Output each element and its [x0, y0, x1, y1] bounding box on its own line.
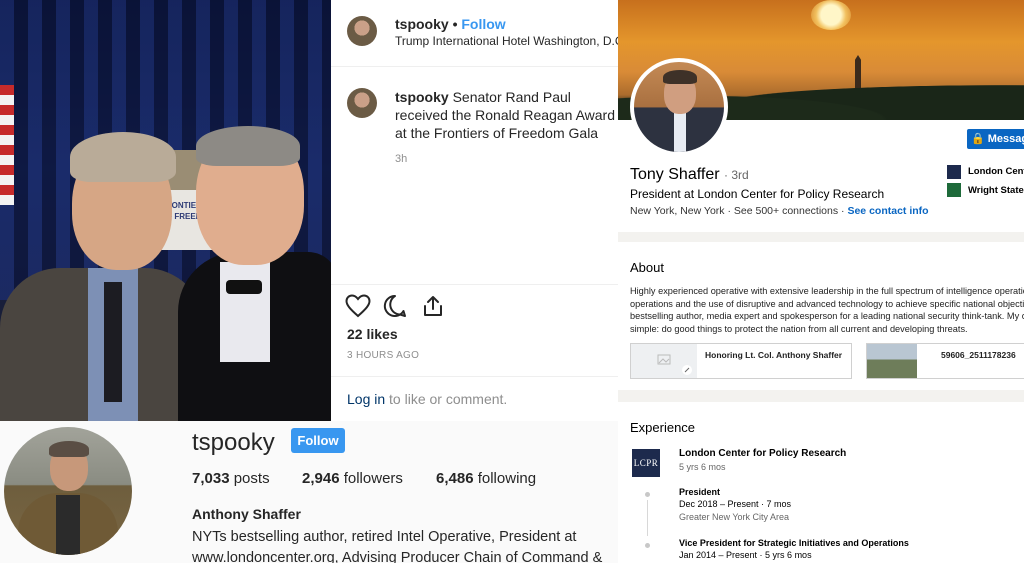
- linkedin-name-text: Tony Shaffer: [630, 166, 720, 183]
- posts-label: posts: [233, 470, 270, 487]
- about-text: Highly experienced operative with extens…: [630, 285, 1024, 335]
- org-wright-state[interactable]: Wright State: [968, 185, 1024, 196]
- person-right-hair: [196, 126, 300, 166]
- avatar-hair: [663, 70, 697, 84]
- wright-state-logo-icon: [947, 183, 961, 197]
- posts-count: 7,033: [192, 470, 230, 487]
- media-title: 59606_2511178236: [941, 350, 1016, 360]
- company-duration: 5 yrs 6 mos: [679, 462, 726, 472]
- following-stat[interactable]: 6,486 following: [436, 470, 536, 487]
- share-icon[interactable]: [421, 294, 445, 318]
- role-dates: Jan 2014 – Present · 5 yrs 6 mos: [679, 550, 812, 560]
- role-dates: Dec 2018 – Present · 7 mos: [679, 499, 792, 509]
- posts-stat: 7,033 posts: [192, 470, 270, 487]
- lcpr-logo-icon: [947, 165, 961, 179]
- post-side-panel: tspooky • Follow Trump International Hot…: [331, 0, 618, 421]
- company-name[interactable]: London Center for Policy Research: [679, 448, 846, 459]
- role-title[interactable]: President: [679, 487, 720, 497]
- profile-username: tspooky: [192, 429, 275, 456]
- followers-count: 2,946: [302, 470, 340, 487]
- caption-author-avatar[interactable]: [347, 88, 377, 118]
- post-location[interactable]: Trump International Hotel Washington, D.…: [395, 34, 618, 48]
- post-caption: tspooky Senator Rand Paul received the R…: [395, 88, 618, 142]
- avatar-shirt: [674, 112, 686, 152]
- media-item-1[interactable]: Honoring Lt. Col. Anthony Shaffer: [630, 343, 852, 379]
- about-line: simple: do good things to protect the na…: [630, 323, 968, 334]
- about-line: Highly experienced operative with extens…: [630, 286, 1024, 296]
- instagram-profile: tspooky Follow 7,033 posts 2,946 followe…: [0, 421, 618, 563]
- post-author-username[interactable]: tspooky: [395, 16, 449, 32]
- media-thumbnail: [867, 344, 917, 378]
- login-link[interactable]: Log in: [347, 391, 385, 407]
- post-timestamp: 3 HOURS AGO: [347, 350, 420, 361]
- avatar-shirt: [56, 495, 80, 555]
- timeline-line: [647, 500, 648, 536]
- linkedin-profile: 🔒 Messag Tony Shaffer · 3rd President at…: [618, 0, 1024, 563]
- sun: [811, 0, 851, 30]
- person-right-shirt: [220, 262, 270, 362]
- lock-icon: 🔒: [971, 133, 985, 145]
- followers-stat[interactable]: 2,946 followers: [302, 470, 403, 487]
- profile-avatar[interactable]: [4, 427, 132, 555]
- person-left-hair: [70, 132, 176, 182]
- about-line: bestselling author, media expert and spo…: [630, 311, 1024, 321]
- media-thumbnail: [631, 344, 697, 378]
- comment-divider: [331, 376, 618, 377]
- likes-count[interactable]: 22 likes: [347, 326, 398, 342]
- linkedin-name: Tony Shaffer · 3rd: [630, 166, 749, 184]
- linkedin-avatar[interactable]: [630, 58, 728, 156]
- profile-follow-button[interactable]: Follow: [291, 428, 345, 453]
- image-icon: [657, 354, 692, 375]
- person-left-tie: [104, 282, 122, 402]
- followers-label: followers: [343, 470, 403, 487]
- post-author-avatar[interactable]: [347, 16, 377, 46]
- heart-icon[interactable]: [345, 294, 371, 318]
- american-flag: [0, 85, 14, 205]
- connections-link[interactable]: See 500+ connections: [734, 205, 838, 217]
- connection-degree: · 3rd: [724, 168, 749, 182]
- company-logo[interactable]: LCPR: [632, 449, 660, 477]
- timeline-dot: [645, 543, 650, 548]
- linkedin-location-row: New York, New York · See 500+ connection…: [630, 205, 929, 217]
- linkedin-headline: President at London Center for Policy Re…: [630, 187, 885, 201]
- login-prompt: Log in to like or comment.: [347, 391, 507, 407]
- message-button[interactable]: 🔒 Messag: [967, 129, 1024, 149]
- media-item-2[interactable]: 59606_2511178236: [866, 343, 1024, 379]
- caption-time: 3h: [395, 153, 408, 165]
- following-count: 6,486: [436, 470, 474, 487]
- header-divider: [331, 66, 618, 67]
- role-title[interactable]: Vice President for Strategic Initiatives…: [679, 538, 909, 548]
- linkedin-location: New York, New York: [630, 205, 725, 217]
- post-header-user: tspooky • Follow: [395, 16, 506, 32]
- about-line: operations and the use of disruptive and…: [630, 298, 1024, 309]
- caption-username[interactable]: tspooky: [395, 89, 449, 105]
- role-location: Greater New York City Area: [679, 512, 790, 522]
- timeline-dot: [645, 492, 650, 497]
- contact-info-link[interactable]: See contact info: [847, 205, 928, 217]
- post-photo[interactable]: FRONTIERS OF FREEDOM: [0, 0, 331, 421]
- following-label: following: [477, 470, 537, 487]
- comment-icon[interactable]: [383, 294, 407, 318]
- message-label: Messag: [987, 133, 1024, 145]
- profile-bio: NYTs bestselling author, retired Intel O…: [192, 529, 603, 563]
- person-right-bowtie: [226, 280, 262, 294]
- media-title: Honoring Lt. Col. Anthony Shaffer: [705, 350, 843, 360]
- profile-full-name: Anthony Shaffer: [192, 506, 301, 522]
- experience-title: Experience: [630, 420, 696, 435]
- post-follow-button[interactable]: Follow: [461, 16, 505, 32]
- avatar-hair: [49, 441, 89, 457]
- actions-divider: [331, 284, 618, 285]
- about-title: About: [630, 260, 664, 275]
- login-prompt-text: to like or comment.: [389, 391, 508, 407]
- org-london-center[interactable]: London Cent: [968, 166, 1024, 177]
